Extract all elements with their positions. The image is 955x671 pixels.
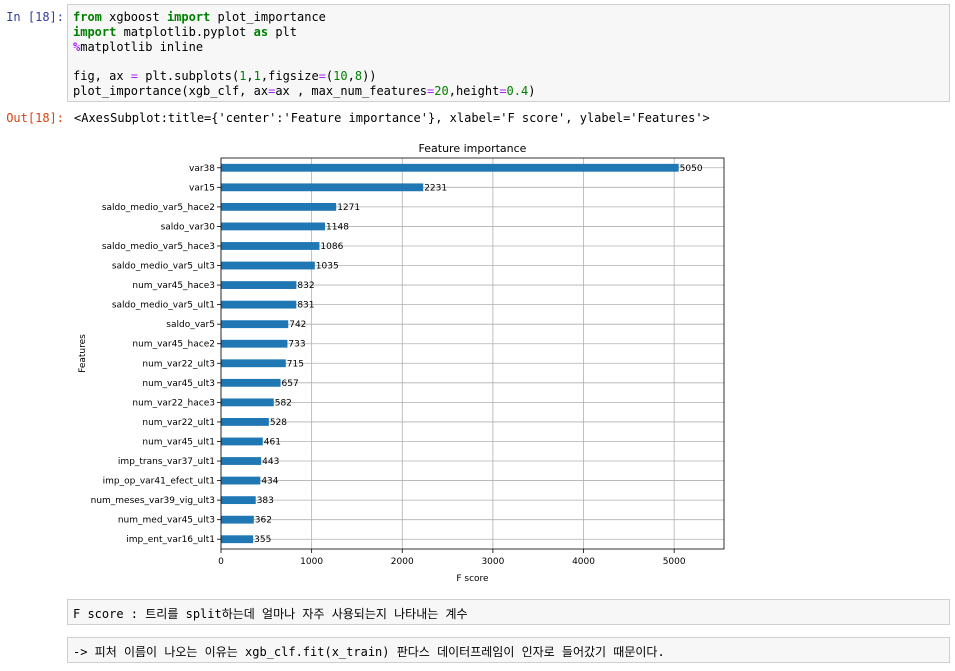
- y-tick-label: imp_op_var41_efect_ult1: [103, 477, 215, 487]
- y-tick-label: num_meses_var39_vig_ult3: [91, 496, 215, 506]
- data-label: 742: [289, 320, 306, 330]
- data-label: 582: [275, 398, 292, 408]
- data-label: 362: [255, 516, 272, 526]
- markdown-cell-feature-names[interactable]: -> 피처 이름이 나오는 이유는 xgb_clf.fit(x_train) 판…: [67, 637, 950, 663]
- data-label: 5050: [680, 164, 703, 174]
- y-tick-label: num_var45_ult1: [142, 437, 215, 447]
- y-tick-label: var38: [189, 164, 215, 174]
- bar: [221, 261, 315, 270]
- data-label: 355: [254, 535, 271, 545]
- code-line: plot_importance(xgb_clf, ax=ax , max_num…: [73, 83, 536, 98]
- bar: [221, 535, 254, 544]
- data-label: 1086: [320, 242, 343, 252]
- data-label: 1148: [326, 222, 349, 232]
- data-label: 443: [262, 457, 279, 467]
- bar: [221, 339, 288, 348]
- feature-importance-chart: 0 1000 2000 3000 4000 5000 var38 5050 var15 2231 s…: [78, 142, 725, 584]
- y-tick-label: saldo_var5: [166, 320, 215, 330]
- data-label: 715: [287, 359, 304, 369]
- y-tick-label: saldo_medio_var5_ult1: [112, 301, 215, 311]
- bar: [221, 281, 297, 289]
- y-axis-label: Features: [78, 334, 88, 373]
- code-cell[interactable]: from xgboost import plot_importance impo…: [67, 4, 950, 102]
- x-tick-label: 5000: [663, 557, 686, 567]
- data-label: 2231: [424, 183, 447, 193]
- y-tick-label: saldo_medio_var5_hace2: [102, 203, 215, 213]
- data-label: 383: [257, 496, 274, 506]
- bar: [221, 300, 297, 309]
- data-label: 832: [297, 281, 314, 291]
- bar: [221, 202, 337, 211]
- data-label: 657: [282, 379, 299, 389]
- bar: [221, 398, 274, 407]
- code-line: from xgboost import plot_importance: [73, 10, 326, 24]
- data-label: 1035: [316, 262, 339, 272]
- code-line: import matplotlib.pyplot as plt: [73, 24, 297, 39]
- input-prompt: In [18]:: [6, 10, 64, 24]
- y-tick-label: num_med_var45_ult3: [118, 516, 215, 526]
- bar: [221, 183, 424, 192]
- bar: [221, 378, 281, 387]
- x-tick-label: 3000: [481, 557, 504, 567]
- data-label: 831: [297, 301, 314, 311]
- output-prompt: Out[18]:: [6, 111, 64, 125]
- y-tick-label: num_var45_hace3: [132, 281, 215, 291]
- chart-title: Feature importance: [419, 142, 527, 155]
- x-tick-label: 2000: [391, 557, 414, 567]
- y-tick-label: num_var45_ult3: [142, 379, 215, 389]
- bar: [221, 163, 679, 172]
- data-label: 528: [270, 418, 287, 428]
- y-tick-label: num_var22_hace3: [132, 398, 215, 408]
- y-tick-label: num_var22_ult3: [142, 359, 215, 369]
- bar: [221, 515, 254, 524]
- data-label: 733: [288, 340, 305, 350]
- markdown-cell-f-score[interactable]: F score : 트리를 split하는데 얼마나 자주 사용되는지 나타내는…: [67, 599, 950, 625]
- x-tick-label: 1000: [300, 557, 323, 567]
- bar: [221, 222, 326, 231]
- data-label: 461: [264, 437, 281, 447]
- x-tick-label: 4000: [572, 557, 595, 567]
- code-line: fig, ax = plt.subplots(1,1,figsize=(10,8…: [73, 69, 377, 84]
- bar: [221, 496, 256, 505]
- y-tick-label: saldo_medio_var5_hace3: [102, 242, 215, 252]
- bar: [221, 437, 263, 446]
- plot-area: [221, 158, 724, 549]
- y-tick-label: var15: [189, 183, 215, 193]
- code-line: %matplotlib inline: [73, 39, 204, 54]
- bar: [221, 476, 261, 485]
- data-label: 1271: [337, 203, 360, 213]
- x-axis-label: F score: [456, 574, 489, 584]
- bar: [221, 457, 262, 465]
- y-tick-label: saldo_var30: [161, 222, 216, 232]
- y-tick-label: imp_ent_var16_ult1: [126, 535, 215, 545]
- bar: [221, 320, 289, 329]
- output-text: <AxesSubplot:title={'center':'Feature im…: [74, 111, 710, 125]
- bar: [221, 359, 286, 368]
- y-tick-label: saldo_medio_var5_ult3: [112, 262, 215, 272]
- y-tick-label: num_var22_ult1: [142, 418, 215, 428]
- y-tick-label: num_var45_hace2: [132, 340, 215, 350]
- data-label: 434: [261, 477, 278, 487]
- y-tick-label: imp_trans_var37_ult1: [118, 457, 215, 467]
- x-tick-label: 0: [218, 557, 224, 567]
- bar: [221, 242, 320, 250]
- bar: [221, 418, 269, 426]
